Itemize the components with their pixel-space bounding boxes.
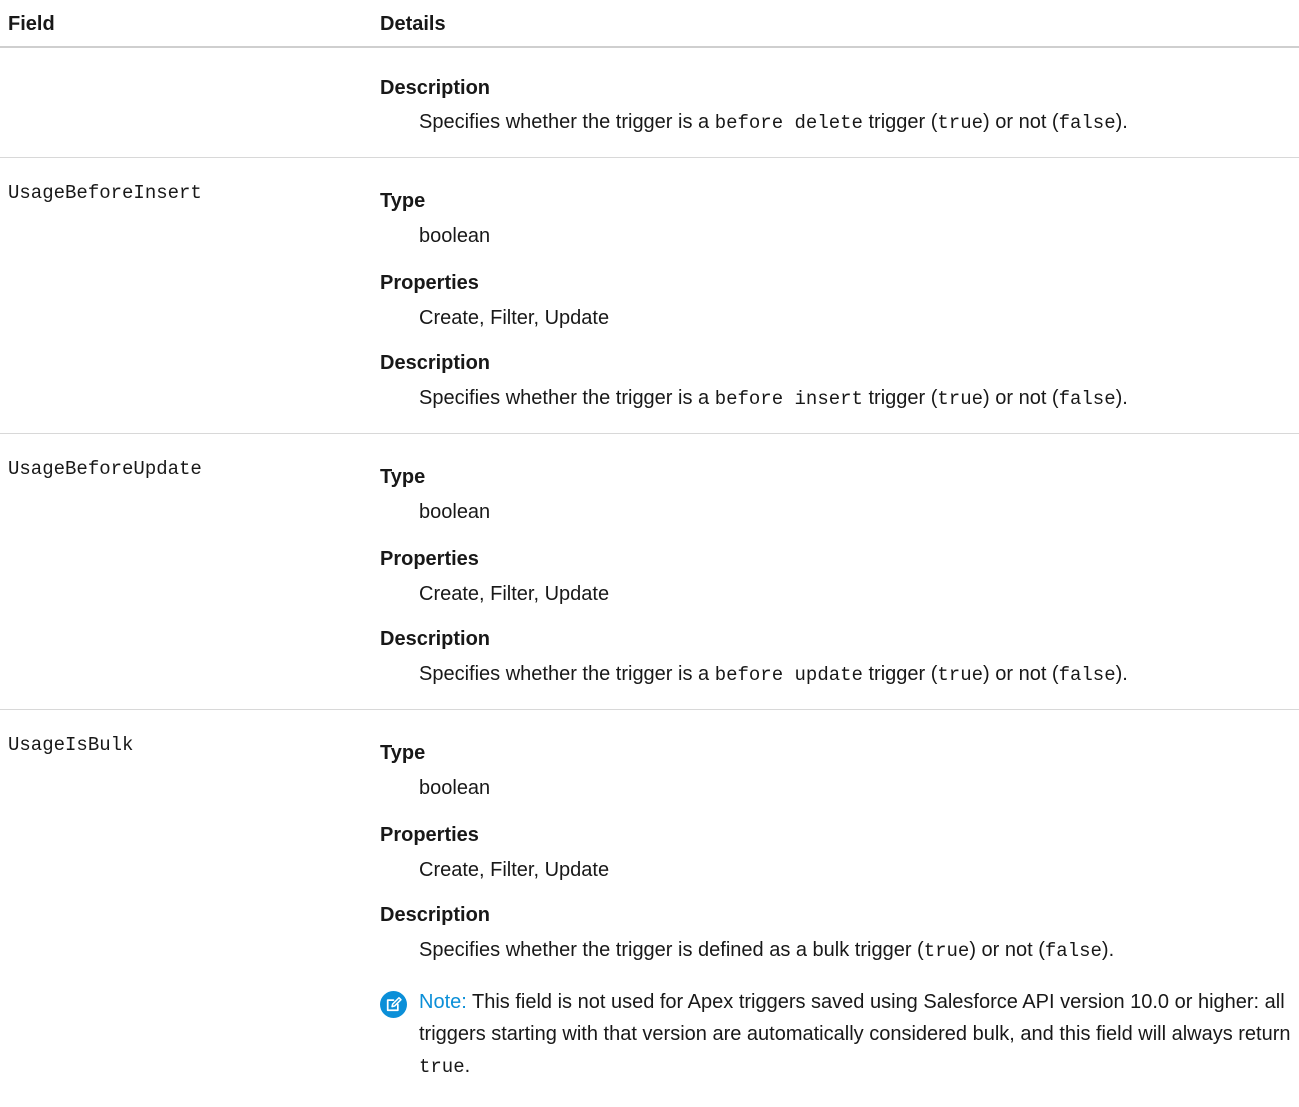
description-value: Specifies whether the trigger is a befor… — [419, 663, 1128, 686]
code-text: true — [937, 112, 984, 134]
type-label: Type — [380, 190, 426, 212]
code-text: false — [1058, 664, 1116, 686]
properties-value: Create, Filter, Update — [419, 583, 610, 605]
code-text: false — [1058, 112, 1116, 134]
properties-value: Create, Filter, Update — [419, 307, 610, 329]
code-text: false — [1044, 940, 1102, 962]
code-text: before update — [714, 664, 863, 686]
description-value: Specifies whether the trigger is a befor… — [419, 387, 1128, 410]
description-value: Specifies whether the trigger is a befor… — [419, 111, 1128, 134]
type-value: boolean — [419, 777, 491, 799]
code-text: true — [419, 1056, 465, 1078]
code-text: true — [937, 388, 984, 410]
table-row: UsageBeforeInsert Type boolean Propertie… — [0, 158, 1299, 434]
description-value: Specifies whether the trigger is defined… — [419, 939, 1115, 962]
type-value: boolean — [419, 501, 491, 523]
table-row: UsageIsBulk Type boolean Properties Crea… — [0, 710, 1299, 1107]
type-label: Type — [380, 466, 426, 488]
field-name: UsageBeforeUpdate — [8, 458, 202, 480]
properties-label: Properties — [380, 824, 479, 846]
column-header-details: Details — [380, 13, 446, 35]
type-label: Type — [380, 742, 426, 764]
description-label: Description — [380, 628, 491, 650]
table-header: Field Details — [0, 0, 1299, 48]
description-label: Description — [380, 352, 491, 374]
properties-label: Properties — [380, 548, 479, 570]
description-label: Description — [380, 904, 491, 926]
code-text: before delete — [714, 112, 863, 134]
description-label: Description — [380, 77, 491, 99]
note-label: Note: — [419, 991, 467, 1013]
properties-value: Create, Filter, Update — [419, 859, 610, 881]
table-row: Description Specifies whether the trigge… — [0, 48, 1299, 158]
table-row: UsageBeforeUpdate Type boolean Propertie… — [0, 434, 1299, 710]
type-value: boolean — [419, 225, 491, 247]
properties-label: Properties — [380, 272, 479, 294]
note-pencil-icon — [380, 991, 407, 1018]
field-name: UsageBeforeInsert — [8, 182, 202, 204]
column-header-field: Field — [8, 13, 55, 35]
code-text: before insert — [714, 388, 863, 410]
code-text: false — [1058, 388, 1116, 410]
field-name: UsageIsBulk — [8, 734, 134, 756]
code-text: true — [937, 664, 984, 686]
note-text: Note: This field is not used for Apex tr… — [419, 991, 1291, 1078]
code-text: true — [923, 940, 970, 962]
